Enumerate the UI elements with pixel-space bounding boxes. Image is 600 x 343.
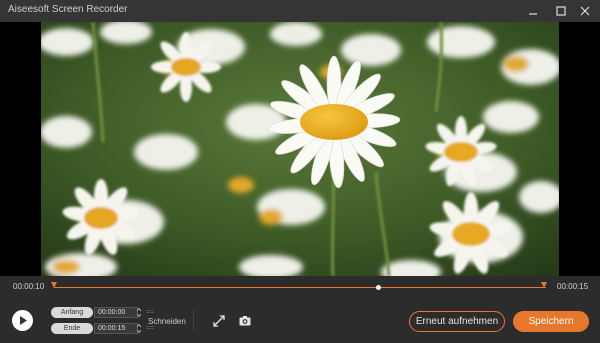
cut-button[interactable]: Schneiden — [148, 317, 186, 326]
control-bar: Anfang 00:00:00 Ende 00:00:15 Schneiden … — [0, 296, 600, 343]
set-start-icon[interactable] — [146, 309, 154, 315]
video-frame — [41, 22, 559, 276]
timeline: 00:00:10 00:00:15 — [0, 276, 600, 296]
divider — [193, 310, 194, 330]
play-icon — [20, 316, 27, 325]
start-time-tag: Anfang — [51, 307, 93, 318]
trim-start-handle[interactable] — [50, 281, 58, 289]
trim-end-handle[interactable] — [540, 281, 548, 289]
close-icon[interactable] — [578, 4, 592, 18]
playhead[interactable] — [376, 285, 382, 290]
start-time-label: 00:00:10 — [13, 282, 45, 291]
start-time-input[interactable]: 00:00:00 — [94, 307, 138, 318]
end-time-tag: Ende — [51, 323, 93, 334]
end-time-input[interactable]: 00:00:15 — [94, 323, 138, 334]
save-button[interactable]: Speichern — [513, 311, 589, 332]
camera-icon[interactable] — [238, 314, 252, 328]
window-title: Aiseesoft Screen Recorder — [8, 4, 128, 15]
end-time-stepper[interactable] — [136, 323, 142, 334]
start-time-stepper[interactable] — [136, 307, 142, 318]
expand-icon[interactable] — [212, 314, 226, 328]
end-time-label: 00:00:15 — [557, 282, 589, 291]
timeline-track[interactable] — [54, 287, 546, 288]
minimize-icon[interactable] — [526, 4, 540, 18]
maximize-icon[interactable] — [554, 4, 568, 18]
video-preview — [0, 22, 600, 276]
play-button[interactable] — [12, 310, 33, 331]
rerecord-button[interactable]: Erneut aufnehmen — [409, 311, 505, 332]
title-bar: Aiseesoft Screen Recorder — [0, 0, 600, 22]
